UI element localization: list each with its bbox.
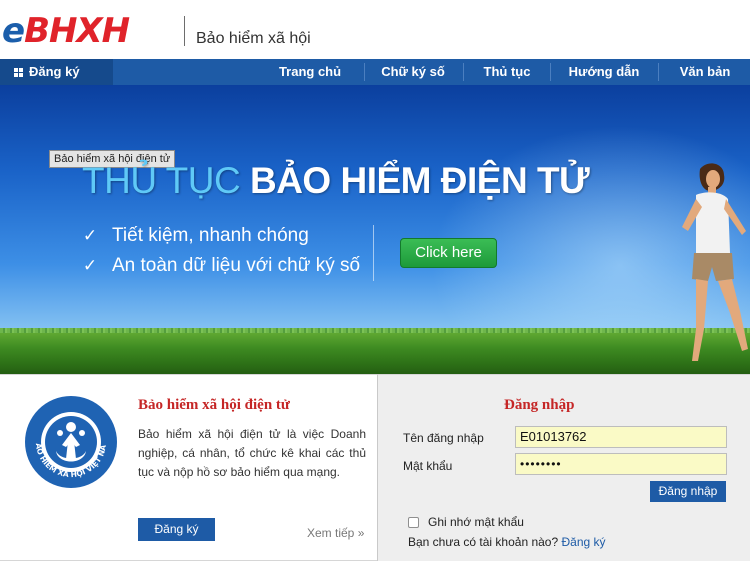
logo-divider: [184, 16, 185, 46]
remember-checkbox[interactable]: [408, 516, 419, 528]
grid-icon: [14, 67, 23, 77]
check-icon: ✓: [82, 256, 98, 275]
nav-item-home[interactable]: Trang chủ: [266, 59, 354, 85]
nav-divider: [658, 63, 659, 81]
intro-panel: BẢO HIỂM XÃ HỘI VIỆT NAM Bảo hiểm xã hội…: [0, 374, 377, 561]
password-field[interactable]: ••••••••: [515, 453, 727, 475]
read-more-link[interactable]: Xem tiếp »: [307, 526, 364, 540]
feature-item: ✓ Tiết kiệm, nhanh chóng: [82, 225, 309, 246]
woman-figure: [682, 163, 748, 361]
remember-label: Ghi nhớ mật khẩu: [428, 515, 524, 529]
nav-divider: [364, 63, 365, 81]
ebhxh-logo[interactable]: eBHXH: [2, 10, 130, 52]
nav-register-label: Đăng ký: [29, 64, 80, 79]
nav-item-digital-signature[interactable]: Chữ ký số: [370, 59, 456, 85]
nav-register[interactable]: Đăng ký: [0, 59, 113, 85]
login-button[interactable]: Đăng nhập: [650, 481, 726, 502]
site-header: eBHXH Bảo hiểm xã hội: [0, 0, 750, 59]
nav-divider: [463, 63, 464, 81]
click-here-button[interactable]: Click here: [400, 238, 497, 268]
intro-description: Bảo hiểm xã hội điện tử là việc Doanh ng…: [138, 427, 366, 479]
login-panel: Đăng nhập Tên đăng nhập E01013762 Mật kh…: [377, 374, 750, 561]
password-label: Mật khẩu: [403, 459, 453, 473]
banner-divider: [373, 225, 374, 281]
username-label: Tên đăng nhập: [403, 431, 484, 445]
banner-title: THỦ TỤC BẢO HIỂM ĐIỆN TỬ: [82, 160, 590, 201]
check-icon: ✓: [82, 226, 98, 245]
nav-item-documents[interactable]: Văn bản: [664, 59, 746, 85]
nav-item-guide[interactable]: Hướng dẫn: [556, 59, 652, 85]
no-account-text: Bạn chưa có tài khoản nào? Đăng ký: [408, 535, 606, 549]
username-field[interactable]: E01013762: [515, 426, 727, 448]
register-link[interactable]: Đăng ký: [561, 535, 605, 549]
nav-item-procedures[interactable]: Thủ tục: [470, 59, 544, 85]
bhxh-emblem-icon: BẢO HIỂM XÃ HỘI VIỆT NAM: [24, 395, 117, 488]
site-subtitle: Bảo hiểm xã hội: [196, 30, 311, 47]
intro-register-button[interactable]: Đăng ký: [138, 518, 215, 541]
intro-title: Bảo hiểm xã hội điện tử: [138, 397, 290, 413]
bottom-section: BẢO HIỂM XÃ HỘI VIỆT NAM Bảo hiểm xã hội…: [0, 374, 750, 561]
grass-field: [0, 333, 750, 374]
remember-me: Ghi nhớ mật khẩu: [408, 515, 524, 529]
main-navbar: Đăng ký Trang chủ Chữ ký số Thủ tục Hướn…: [0, 59, 750, 85]
nav-divider: [550, 63, 551, 81]
hero-banner: Bảo hiểm xã hội điện tử THỦ TỤC BẢO HIỂM…: [0, 85, 750, 374]
feature-item: ✓ An toàn dữ liệu với chữ ký số: [82, 255, 361, 276]
login-title: Đăng nhập: [504, 397, 575, 413]
